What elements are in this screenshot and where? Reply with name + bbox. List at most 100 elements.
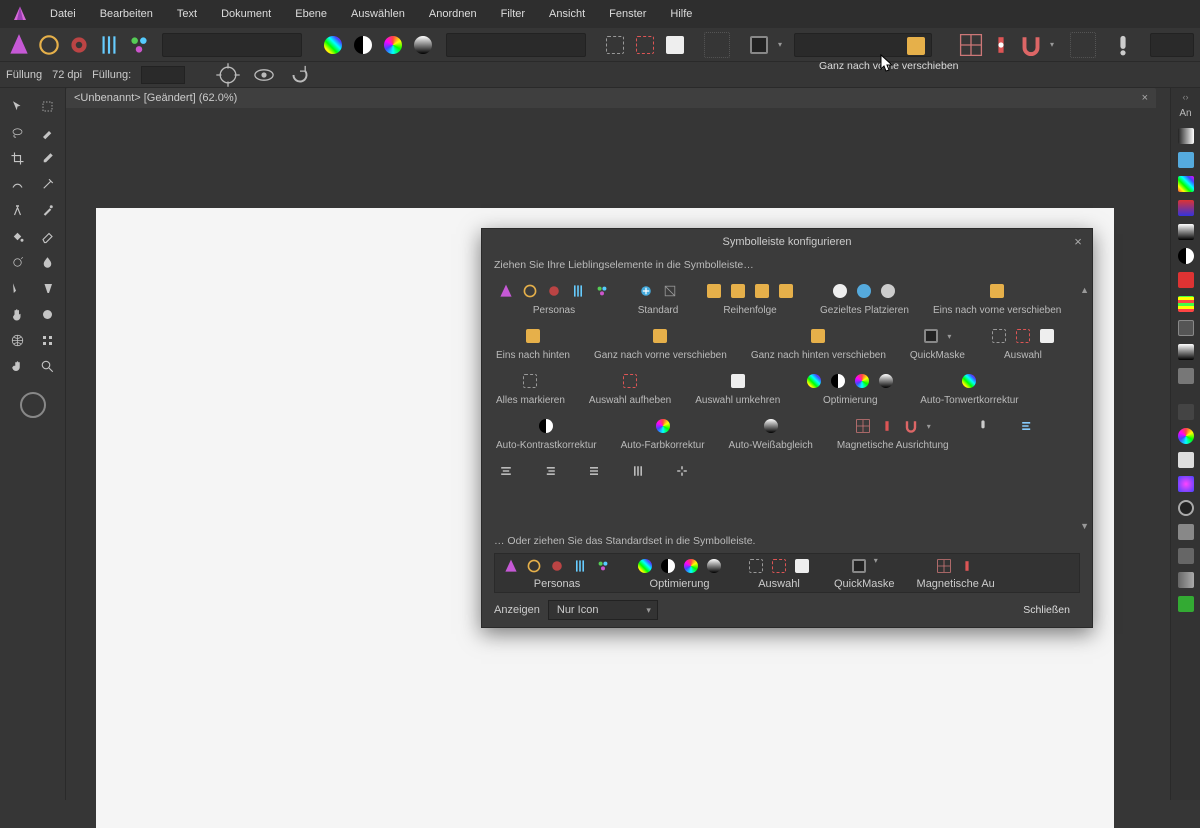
tool-selectionbrush[interactable] — [34, 120, 62, 144]
tool-pan[interactable] — [4, 354, 32, 378]
studio-brushes-icon[interactable] — [1176, 546, 1196, 566]
color-swatch[interactable] — [20, 392, 46, 418]
scroll-down-icon[interactable]: ▼ — [1080, 521, 1089, 531]
studio-assets-icon[interactable] — [1176, 522, 1196, 542]
gallery-item-autowb[interactable]: Auto-Weißabgleich — [725, 414, 817, 453]
persona-liquify-icon[interactable] — [36, 32, 62, 58]
dialog-gallery-scroll[interactable]: ▲ ▼ Personas Standard Reihenfolge Geziel… — [482, 279, 1092, 533]
menu-datei[interactable]: Datei — [38, 0, 88, 28]
opt-wb-icon[interactable] — [410, 32, 436, 58]
menu-dokument[interactable]: Dokument — [209, 0, 283, 28]
gallery-item-back1[interactable]: Eins nach hinten — [492, 324, 574, 363]
dialog-titlebar[interactable]: Symbolleiste konfigurieren × — [482, 229, 1092, 255]
menu-fenster[interactable]: Fenster — [597, 0, 658, 28]
gallery-item-personas[interactable]: Personas — [492, 279, 616, 318]
toolbar-slot-c[interactable] — [1150, 33, 1194, 57]
gallery-item-autocontrast[interactable]: Auto-Kontrastkorrektur — [492, 414, 601, 453]
document-tab[interactable]: <Unbenannt> [Geändert] (62.0%) × — [66, 88, 1156, 108]
toolbar-slot-a[interactable] — [704, 32, 730, 58]
gallery-item-optim[interactable]: Optimierung — [800, 369, 900, 408]
tool-erase[interactable] — [34, 224, 62, 248]
default-item-personas[interactable]: Personas — [501, 556, 613, 590]
ctx-target-icon[interactable] — [215, 62, 241, 88]
menu-hilfe[interactable]: Hilfe — [658, 0, 704, 28]
tool-mesh[interactable] — [4, 328, 32, 352]
tool-lasso[interactable] — [4, 120, 32, 144]
menu-ansicht[interactable]: Ansicht — [537, 0, 597, 28]
quickmask-dd[interactable]: ▾ — [776, 40, 784, 49]
quickmask-icon[interactable] — [746, 32, 772, 58]
studio-tab-label[interactable]: An — [1179, 106, 1191, 122]
tool-shape[interactable] — [34, 302, 62, 326]
studio-stock-icon[interactable] — [1176, 498, 1196, 518]
default-item-optim[interactable]: Optimierung — [635, 556, 724, 590]
opt-color-icon[interactable] — [380, 32, 406, 58]
dialog-default-set[interactable]: Personas Optimierung Auswahl ▾ QuickMask… — [494, 553, 1080, 593]
studio-red-icon[interactable] — [1176, 270, 1196, 290]
studio-swatches-icon[interactable] — [1176, 150, 1196, 170]
dialog-close-icon[interactable]: × — [1070, 233, 1086, 249]
tool-zoom[interactable] — [34, 354, 62, 378]
gallery-item-align-1[interactable] — [969, 414, 997, 453]
persona-tone-icon[interactable] — [96, 32, 122, 58]
default-item-auswahl[interactable]: Auswahl — [746, 556, 812, 590]
studio-bw-icon[interactable] — [1176, 246, 1196, 266]
gallery-item-fwd1[interactable]: Eins nach vorne verschieben — [929, 279, 1065, 318]
tool-hand[interactable] — [4, 302, 32, 326]
gallery-item-autolevels[interactable]: Auto-Tonwertkorrektur — [916, 369, 1022, 408]
ctx-eye-icon[interactable] — [251, 62, 277, 88]
tool-move[interactable] — [4, 94, 32, 118]
gallery-item-align-7[interactable] — [668, 459, 696, 487]
gallery-item-selall[interactable]: Alles markieren — [492, 369, 569, 408]
persona-photo-icon[interactable] — [6, 32, 32, 58]
tool-marquee[interactable] — [34, 94, 62, 118]
gallery-item-autocolor[interactable]: Auto-Farbkorrektur — [617, 414, 709, 453]
toolbar-dropzone[interactable] — [794, 33, 932, 57]
gallery-item-align-5[interactable] — [580, 459, 608, 487]
gallery-item-platzieren[interactable]: Gezieltes Platzieren — [816, 279, 913, 318]
scroll-up-icon[interactable]: ▲ — [1080, 285, 1089, 295]
default-item-magnetic[interactable]: Magnetische Au — [917, 556, 995, 590]
gallery-item-reihenfolge[interactable]: Reihenfolge — [700, 279, 800, 318]
studio-snap-icon[interactable] — [1176, 594, 1196, 614]
studio-curve-icon[interactable] — [1176, 402, 1196, 422]
tool-dodge[interactable] — [4, 250, 32, 274]
tool-fill[interactable] — [4, 224, 32, 248]
sel-none-icon[interactable] — [632, 32, 658, 58]
studio-adjust-icon[interactable] — [1176, 222, 1196, 242]
tool-grid[interactable] — [34, 328, 62, 352]
toolbar-field-1[interactable] — [162, 33, 302, 57]
menu-ebene[interactable]: Ebene — [283, 0, 339, 28]
snap-dd[interactable]: ▾ — [1048, 40, 1056, 49]
studio-scope-icon[interactable] — [1176, 426, 1196, 446]
tool-inpaint[interactable] — [4, 172, 32, 196]
snap-guide-icon[interactable] — [988, 32, 1014, 58]
gallery-item-align-6[interactable] — [624, 459, 652, 487]
opt-contrast-icon[interactable] — [350, 32, 376, 58]
gallery-item-front[interactable]: Ganz nach vorne verschieben — [590, 324, 731, 363]
arrange-movefront-icon[interactable] — [907, 37, 925, 55]
studio-channels-icon[interactable] — [1176, 198, 1196, 218]
menu-filter[interactable]: Filter — [489, 0, 537, 28]
ctx-fill-swatch[interactable] — [141, 66, 185, 84]
studio-histogram-icon[interactable] — [1176, 126, 1196, 146]
gallery-item-auswahl[interactable]: Auswahl — [985, 324, 1061, 363]
gallery-item-align-3[interactable] — [492, 459, 520, 487]
studio-export-icon[interactable] — [1176, 570, 1196, 590]
gallery-item-magnetic[interactable]: ▾Magnetische Ausrichtung — [833, 414, 953, 453]
tool-crop[interactable] — [4, 146, 32, 170]
tool-blur[interactable] — [34, 250, 62, 274]
toolbar-field-2[interactable] — [446, 33, 586, 57]
studio-stripes-icon[interactable] — [1176, 294, 1196, 314]
studio-tab-chevron[interactable]: ‹› — [1183, 92, 1189, 102]
tool-pen[interactable] — [4, 276, 32, 300]
gallery-item-align-4[interactable] — [536, 459, 564, 487]
persona-export-icon[interactable] — [126, 32, 152, 58]
ctx-refresh-icon[interactable] — [287, 62, 313, 88]
studio-nav-icon[interactable] — [1176, 450, 1196, 470]
opt-levels-icon[interactable] — [320, 32, 346, 58]
studio-layers-icon[interactable] — [1176, 318, 1196, 338]
dialog-close-button[interactable]: Schließen — [1013, 600, 1080, 620]
menu-auswaehlen[interactable]: Auswählen — [339, 0, 417, 28]
tool-text[interactable] — [34, 276, 62, 300]
